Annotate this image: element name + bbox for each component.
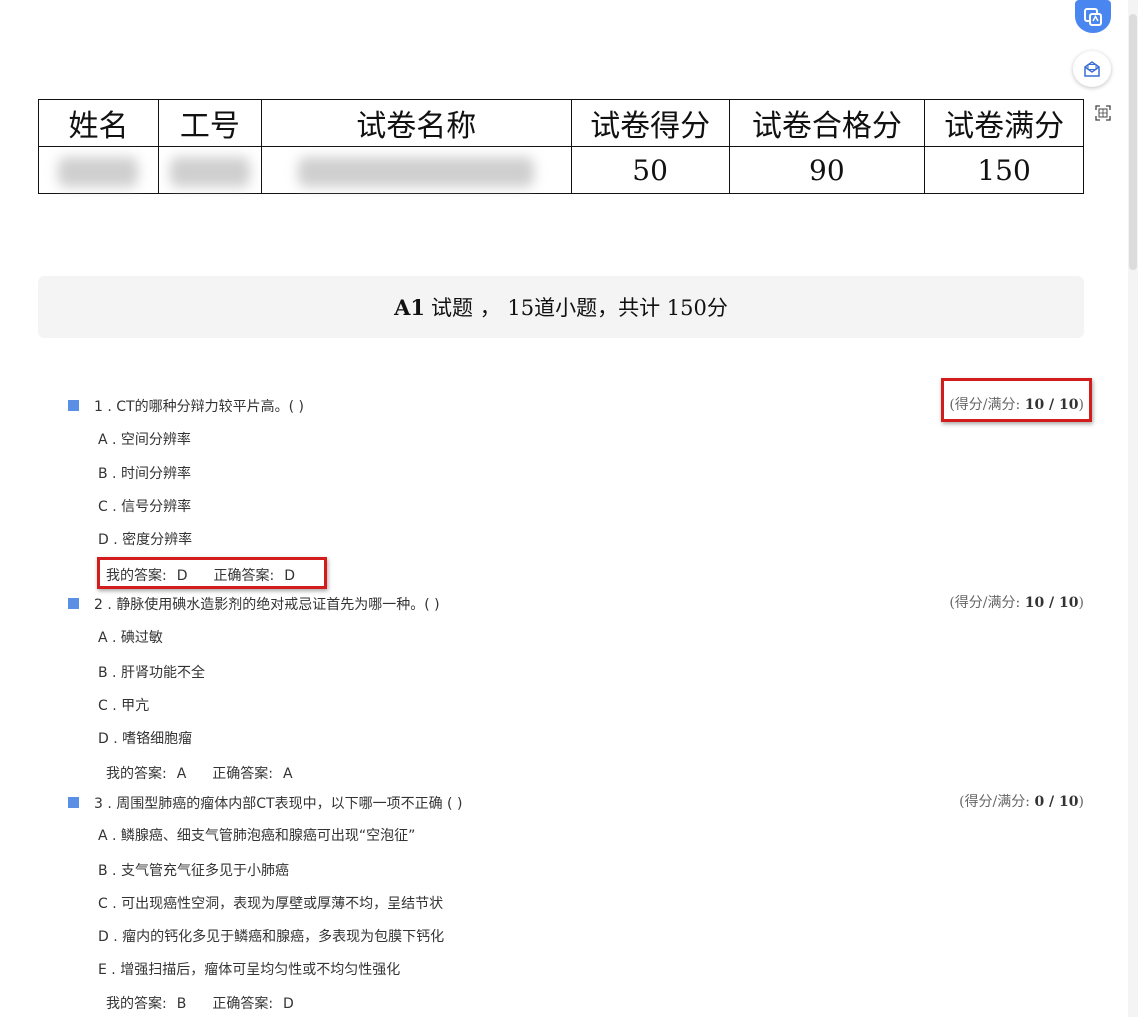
question-title: 3 . 周围型肺癌的瘤体内部CT表现中，以下哪一项不正确 ( ) <box>94 796 463 812</box>
score-prefix: (得分/满分: <box>949 595 1025 611</box>
redacted-paper-name <box>298 156 535 187</box>
option-d: D . 嗜铬细胞瘤 <box>98 731 193 747</box>
header-paper-name: 试卷名称 <box>260 99 572 147</box>
cell-paper-name <box>260 146 572 194</box>
correct-answer-value: D <box>283 996 294 1012</box>
image-translate-icon <box>1084 7 1102 26</box>
table-header-row: 姓名 工号 试卷名称 试卷得分 试卷合格分 试卷满分 <box>38 99 1084 147</box>
question-title: 2 . 静脉使用碘水造影剂的绝对戒忌证首先为哪一种。( ) <box>94 597 440 613</box>
question-score: (得分/满分: 0 / 10) <box>959 791 1084 811</box>
my-answer-label: 我的答案: <box>106 766 167 782</box>
section-description: 试题 ， 15道小题，共计 150分 <box>431 296 728 320</box>
correct-answer-label: 正确答案: <box>212 766 274 782</box>
option-a: A . 空间分辨率 <box>98 432 191 448</box>
score-suffix: ) <box>1078 595 1084 611</box>
my-answer-value: B <box>176 996 187 1012</box>
header-full-score: 试卷满分 <box>924 99 1084 147</box>
my-answer-label: 我的答案: <box>106 996 167 1012</box>
image-translate-button[interactable] <box>1075 0 1111 33</box>
option-c: C . 信号分辨率 <box>98 499 192 515</box>
option-b: B . 肝肾功能不全 <box>98 665 205 681</box>
score-suffix: ) <box>1078 794 1084 810</box>
score-highlight-box <box>941 378 1092 422</box>
cell-full-score: 150 <box>924 146 1084 194</box>
question-3: 3 . 周围型肺癌的瘤体内部CT表现中，以下哪一项不正确 ( ) (得分/满分:… <box>68 793 1084 1012</box>
redacted-name <box>58 156 139 187</box>
option-b: B . 支气管充气征多见于小肺癌 <box>98 863 289 879</box>
section-type: A1 <box>394 294 426 320</box>
question-marker <box>68 400 79 411</box>
answer-line: 我的答案: A 正确答案: A <box>106 763 319 783</box>
option-e: E . 增强扫描后，瘤体可呈均匀性或不均匀性强化 <box>98 962 401 978</box>
score-value: 10 / 10 <box>1024 595 1079 611</box>
answer-line: 我的答案: B 正确答案: D <box>106 993 320 1013</box>
table-value-row: 50 90 150 <box>38 146 1084 194</box>
scan-icon <box>1095 105 1111 121</box>
option-c: C . 可出现癌性空洞，表现为厚壁或厚薄不均，呈结节状 <box>98 896 444 912</box>
question-1: 1 . CT的哪种分辩力较平片高。( ) (得分/满分: 10 / 10) A … <box>68 396 1084 584</box>
mail-button[interactable] <box>1073 51 1111 87</box>
cell-paper-score: 50 <box>570 146 730 194</box>
question-score: (得分/满分: 10 / 10) <box>949 592 1084 612</box>
score-prefix: (得分/满分: <box>959 794 1035 810</box>
header-name: 姓名 <box>38 99 159 147</box>
cell-name <box>38 146 159 194</box>
option-d: D . 瘤内的钙化多见于鳞癌和腺癌，多表现为包膜下钙化 <box>98 929 445 945</box>
scan-button[interactable] <box>1094 104 1112 122</box>
option-a: A . 碘过敏 <box>98 630 163 646</box>
scrollbar-thumb[interactable] <box>1129 14 1137 270</box>
question-header: 3 . 周围型肺癌的瘤体内部CT表现中，以下哪一项不正确 ( ) (得分/满分:… <box>68 793 1084 815</box>
option-a: A . 鳞腺癌、细支气管肺泡癌和腺癌可出现“空泡征” <box>98 828 416 844</box>
question-marker <box>68 797 79 808</box>
question-header: 1 . CT的哪种分辩力较平片高。( ) (得分/满分: 10 / 10) <box>68 396 1084 418</box>
question-2: 2 . 静脉使用碘水造影剂的绝对戒忌证首先为哪一种。( ) (得分/满分: 10… <box>68 594 1084 782</box>
correct-answer-label: 正确答案: <box>212 996 274 1012</box>
question-header: 2 . 静脉使用碘水造影剂的绝对戒忌证首先为哪一种。( ) (得分/满分: 10… <box>68 594 1084 616</box>
answer-highlight-box <box>97 557 327 589</box>
redacted-employee-id <box>169 156 250 187</box>
option-b: B . 时间分辨率 <box>98 466 191 482</box>
score-value: 0 / 10 <box>1034 794 1079 810</box>
my-answer-value: A <box>176 766 187 782</box>
option-c: C . 甲亢 <box>98 698 150 714</box>
header-pass-score: 试卷合格分 <box>728 99 926 147</box>
cell-employee-id <box>157 146 262 194</box>
cell-pass-score: 90 <box>728 146 926 194</box>
header-employee-id: 工号 <box>157 99 262 147</box>
question-title: 1 . CT的哪种分辩力较平片高。( ) <box>94 399 304 415</box>
section-header: A1 试题 ， 15道小题，共计 150分 <box>38 276 1084 338</box>
exam-info-table: 姓名 工号 试卷名称 试卷得分 试卷合格分 试卷满分 50 90 150 <box>38 99 1084 194</box>
correct-answer-value: A <box>283 766 293 782</box>
mail-icon <box>1084 61 1100 77</box>
option-d: D . 密度分辨率 <box>98 532 193 548</box>
question-marker <box>68 598 79 609</box>
header-paper-score: 试卷得分 <box>570 99 730 147</box>
